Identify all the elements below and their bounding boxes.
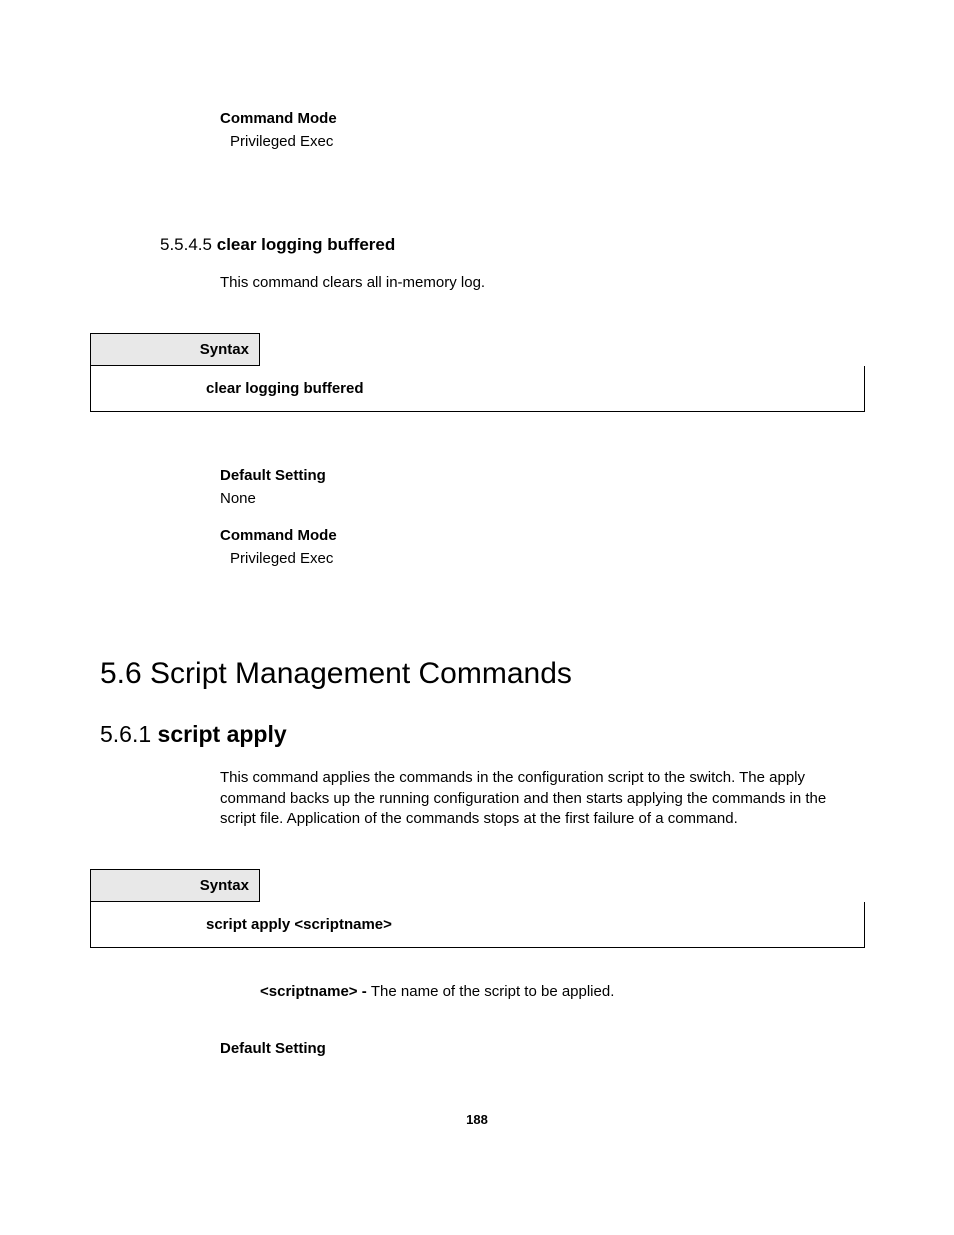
heading-56: 5.6 Script Management Commands	[100, 657, 864, 691]
heading-561-number: 5.6.1	[100, 721, 151, 747]
param-desc: The name of the script to be applied.	[371, 983, 614, 1000]
section-561-desc: This command applies the commands in the…	[220, 768, 864, 829]
subheading-number: 5.5.4.5	[160, 235, 212, 254]
command-mode-value: Privileged Exec	[230, 550, 864, 567]
subheading-title: clear logging buffered	[217, 235, 396, 254]
param-scriptname: <scriptname> - The name of the script to…	[260, 983, 864, 1000]
page-content: Command Mode Privileged Exec 5.5.4.5 cle…	[0, 0, 954, 1187]
heading-561: 5.6.1 script apply	[100, 721, 864, 748]
syntax-box-561: Syntax script apply <scriptname>	[90, 869, 865, 948]
heading-561-title: script apply	[158, 721, 287, 747]
default-setting-label: Default Setting	[220, 467, 864, 484]
command-mode-value: Privileged Exec	[230, 133, 864, 150]
command-mode-label: Command Mode	[220, 527, 864, 544]
command-mode-label: Command Mode	[220, 110, 864, 127]
syntax-box-5545: Syntax clear logging buffered	[90, 333, 865, 412]
syntax-body-text: script apply <scriptname>	[90, 902, 865, 948]
section-5545-desc: This command clears all in-memory log.	[220, 273, 864, 293]
top-command-mode-block: Command Mode Privileged Exec	[220, 110, 864, 150]
section-5545-settings: Default Setting None Command Mode Privil…	[220, 467, 864, 567]
param-name: <scriptname> -	[260, 983, 371, 1000]
subheading-5545: 5.5.4.5 clear logging buffered	[160, 235, 864, 255]
syntax-header-label: Syntax	[90, 333, 260, 366]
syntax-body-text: clear logging buffered	[90, 366, 865, 412]
section-561-settings: Default Setting	[220, 1040, 864, 1057]
default-setting-value: None	[220, 490, 864, 507]
syntax-header-label: Syntax	[90, 869, 260, 902]
page-number: 188	[90, 1112, 864, 1127]
default-setting-label: Default Setting	[220, 1040, 864, 1057]
